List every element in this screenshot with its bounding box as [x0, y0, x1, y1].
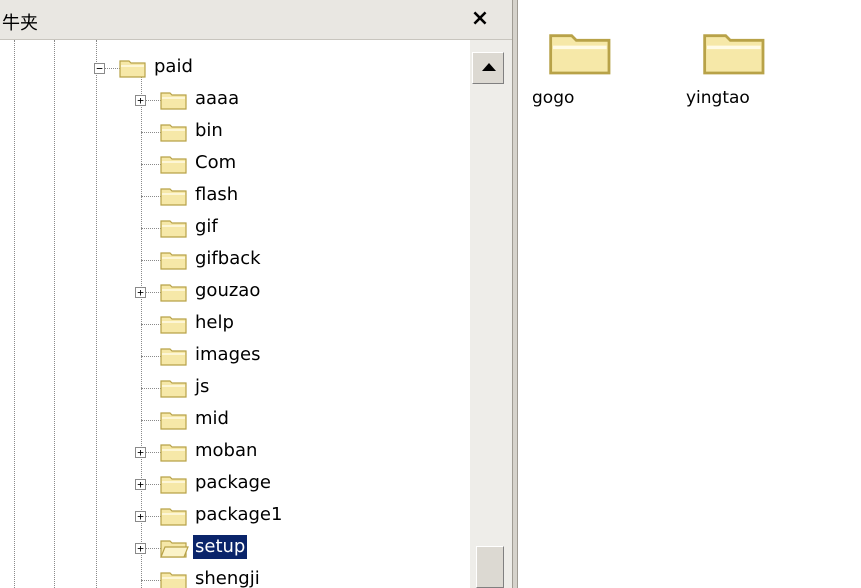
- folder-icon: [159, 377, 189, 399]
- tree-item[interactable]: + moban: [0, 438, 470, 470]
- tree-item-label[interactable]: gif: [193, 215, 220, 239]
- tree-item-label[interactable]: moban: [193, 439, 259, 463]
- folder-icon: [159, 281, 189, 303]
- folder-icon: [159, 89, 189, 111]
- folder-icon: [700, 26, 770, 78]
- expand-plus-icon[interactable]: +: [135, 511, 146, 522]
- tree-item-label[interactable]: mid: [193, 407, 231, 431]
- file-label: gogo: [532, 88, 575, 108]
- file-list-item[interactable]: yingtao: [686, 26, 786, 116]
- folder-tree-panel: 牛夹 × − paid + aaaa bin Com flash gif gifback + gou…: [0, 0, 512, 588]
- tree-item-label[interactable]: package1: [193, 503, 284, 527]
- tree-item[interactable]: + setup: [0, 534, 470, 566]
- tree-item-label[interactable]: paid: [152, 55, 195, 79]
- expand-plus-icon[interactable]: +: [135, 447, 146, 458]
- panel-header: 牛夹 ×: [0, 0, 512, 40]
- tree-item[interactable]: Com: [0, 150, 470, 182]
- tree-item[interactable]: gifback: [0, 246, 470, 278]
- scroll-thumb[interactable]: [476, 546, 504, 588]
- file-label: yingtao: [686, 88, 750, 108]
- tree-item[interactable]: − paid: [0, 54, 470, 86]
- tree-item[interactable]: + package: [0, 470, 470, 502]
- vertical-scrollbar[interactable]: [470, 40, 512, 588]
- folder-icon: [159, 217, 189, 239]
- tree-item[interactable]: gif: [0, 214, 470, 246]
- file-list-pane: gogo yingtao: [518, 0, 861, 588]
- scroll-up-arrow-icon[interactable]: [472, 52, 504, 84]
- tree-item-label[interactable]: images: [193, 343, 262, 367]
- folder-icon: [159, 153, 189, 175]
- panel-title: 牛夹: [2, 13, 38, 34]
- folder-icon: [159, 473, 189, 495]
- tree-item[interactable]: + package1: [0, 502, 470, 534]
- folder-icon: [546, 26, 616, 78]
- tree-item[interactable]: mid: [0, 406, 470, 438]
- folder-icon: [118, 57, 148, 79]
- tree-item[interactable]: + aaaa: [0, 86, 470, 118]
- file-list-item[interactable]: gogo: [532, 26, 632, 116]
- collapse-minus-icon[interactable]: −: [94, 63, 105, 74]
- tree-item[interactable]: js: [0, 374, 470, 406]
- close-button[interactable]: ×: [468, 8, 492, 32]
- folder-icon: [159, 569, 189, 588]
- tree-item-label[interactable]: shengji: [193, 567, 262, 588]
- expand-plus-icon[interactable]: +: [135, 479, 146, 490]
- folder-icon: [159, 345, 189, 367]
- tree-item-label[interactable]: flash: [193, 183, 240, 207]
- tree-item-label[interactable]: bin: [193, 119, 225, 143]
- tree-item[interactable]: bin: [0, 118, 470, 150]
- tree-item[interactable]: images: [0, 342, 470, 374]
- tree-item-label[interactable]: Com: [193, 151, 238, 175]
- expand-plus-icon[interactable]: +: [135, 95, 146, 106]
- open-folder-icon: [159, 537, 189, 559]
- tree-item-label[interactable]: gifback: [193, 247, 263, 271]
- tree-item-label[interactable]: js: [193, 375, 211, 399]
- tree-item-label[interactable]: help: [193, 311, 236, 335]
- folder-icon: [159, 121, 189, 143]
- folder-icon: [159, 249, 189, 271]
- tree-item-label[interactable]: setup: [193, 535, 248, 559]
- tree-item-label[interactable]: package: [193, 471, 273, 495]
- folder-icon: [159, 505, 189, 527]
- tree-item-label[interactable]: gouzao: [193, 279, 262, 303]
- folder-tree: − paid + aaaa bin Com flash gif gifback + gouzao he…: [0, 40, 470, 588]
- folder-icon: [159, 441, 189, 463]
- tree-item[interactable]: + gouzao: [0, 278, 470, 310]
- expand-plus-icon[interactable]: +: [135, 287, 146, 298]
- tree-item[interactable]: help: [0, 310, 470, 342]
- folder-icon: [159, 185, 189, 207]
- folder-icon: [159, 313, 189, 335]
- tree-item[interactable]: shengji: [0, 566, 470, 588]
- folder-icon: [159, 409, 189, 431]
- tree-item-label[interactable]: aaaa: [193, 87, 241, 111]
- expand-plus-icon[interactable]: +: [135, 543, 146, 554]
- tree-item[interactable]: flash: [0, 182, 470, 214]
